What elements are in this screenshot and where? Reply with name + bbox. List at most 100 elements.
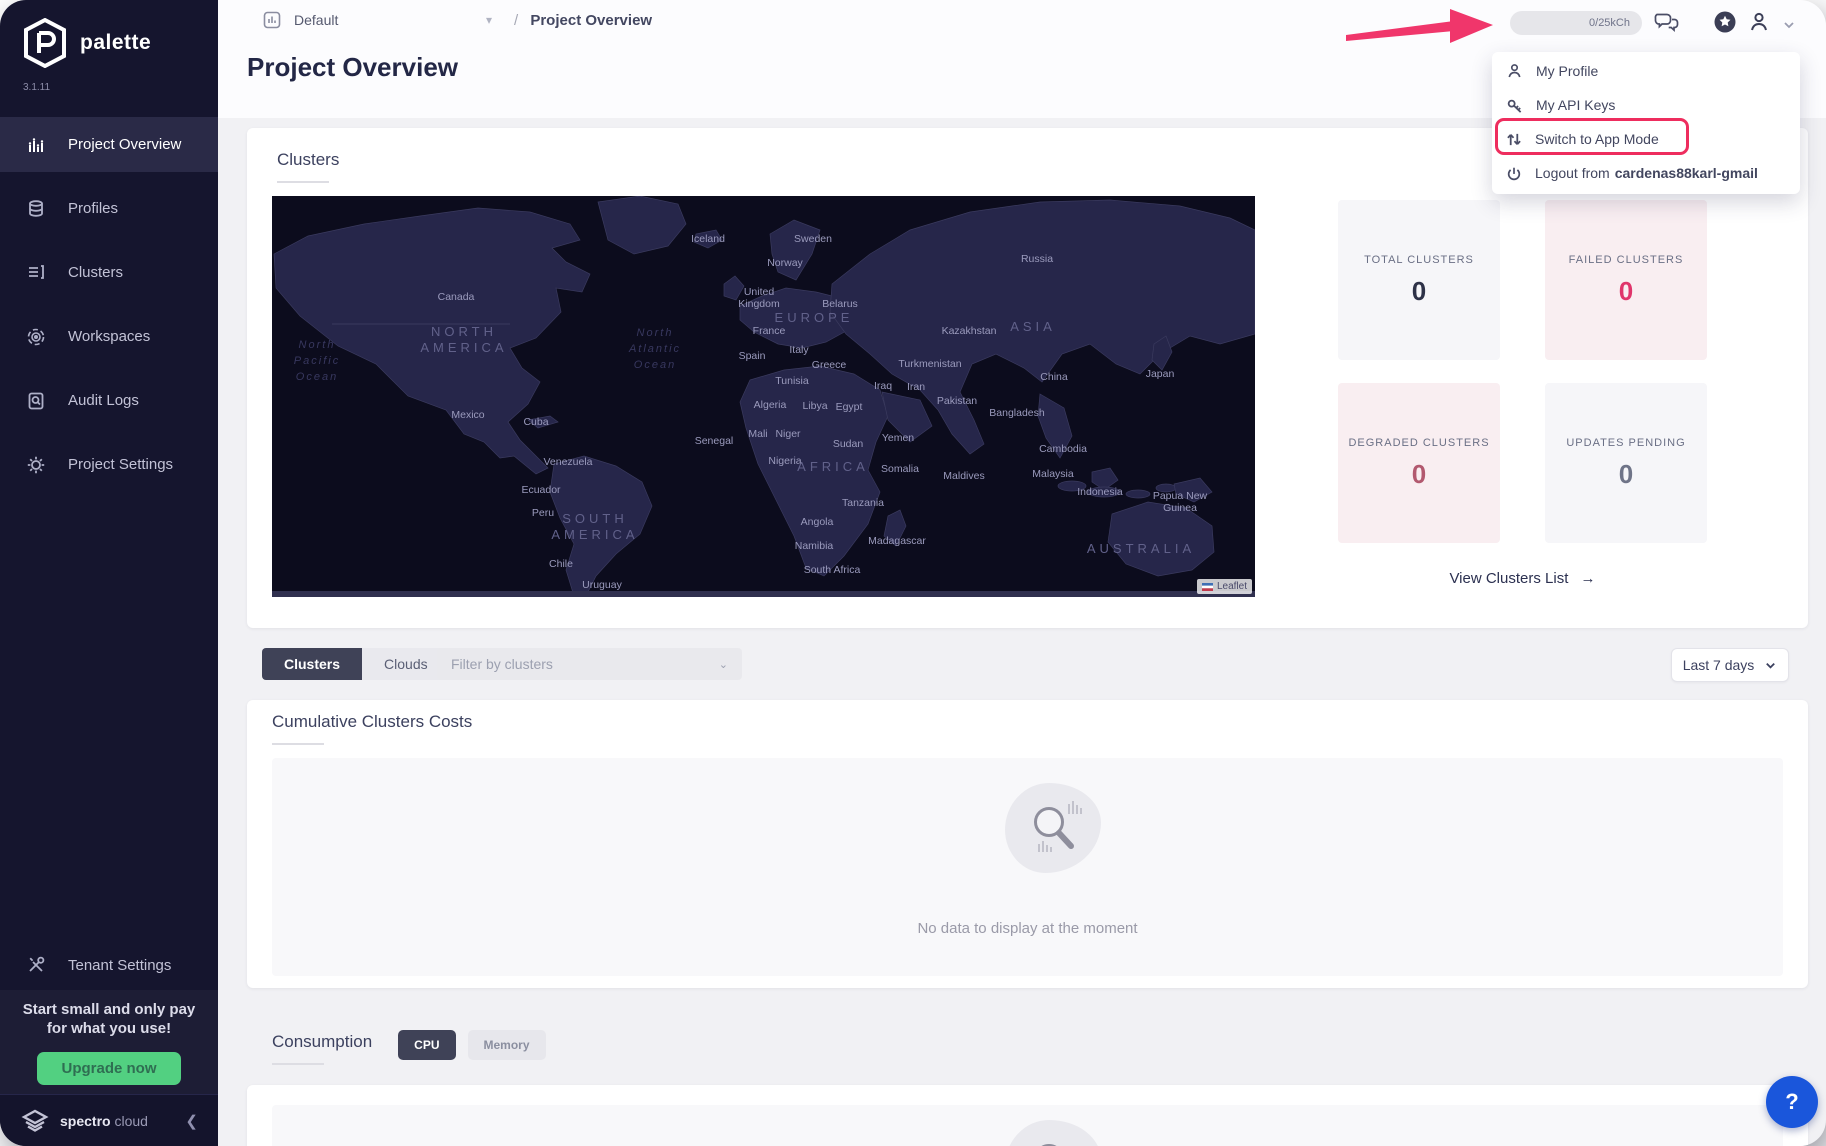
sidebar-item-workspaces[interactable]: Workspaces <box>0 309 218 364</box>
view-clusters-list-link[interactable]: View Clusters List → <box>1338 570 1707 587</box>
map-label: Sweden <box>794 233 832 245</box>
map-label: Cambodia <box>1039 443 1087 455</box>
sidebar-item-audit-logs[interactable]: Audit Logs <box>0 373 218 428</box>
help-button[interactable]: ? <box>1766 1076 1818 1128</box>
toggle-memory[interactable]: Memory <box>468 1030 546 1060</box>
leaflet-attribution[interactable]: Leaflet <box>1197 579 1252 594</box>
map-label: Peru <box>532 507 554 519</box>
map-label: Pacific <box>294 355 340 367</box>
map-label: Mexico <box>451 409 484 421</box>
logout-username: cardenas88karl-gmail <box>1615 165 1758 181</box>
menu-item-switch-app-mode[interactable]: Switch to App Mode <box>1492 122 1800 156</box>
sidebar-footer: spectro cloud ❮ <box>0 1094 218 1146</box>
map-label: Tunisia <box>775 375 809 387</box>
chevron-down-icon: ⌄ <box>719 658 728 671</box>
promo-line-2: for what you use! <box>0 1019 218 1038</box>
map-label: AMERICA <box>551 527 638 542</box>
map-label: Tanzania <box>842 497 884 509</box>
map-label: Iraq <box>874 380 892 392</box>
upgrade-promo: Start small and only pay for what you us… <box>0 990 218 1094</box>
document-search-icon <box>26 391 46 411</box>
map-label: Pakistan <box>937 395 977 407</box>
map-label: Bangladesh <box>989 407 1045 419</box>
map-label: North <box>637 327 674 339</box>
map-label: Greece <box>812 359 847 371</box>
stat-label: DEGRADED CLUSTERS <box>1348 437 1489 449</box>
breadcrumb-separator: / <box>514 12 518 29</box>
usage-badge[interactable]: 0/25kCh <box>1510 11 1642 35</box>
sidebar-item-project-overview[interactable]: Project Overview <box>0 117 218 172</box>
map-label: Papua New <box>1153 490 1208 502</box>
map-label: Guinea <box>1163 502 1197 514</box>
spectro-cloud-logo-icon <box>20 1108 50 1134</box>
date-range-select[interactable]: Last 7 days <box>1671 648 1789 682</box>
map-label: AUSTRALIA <box>1087 541 1195 556</box>
sidebar-collapse-chevron-icon[interactable]: ❮ <box>185 1112 198 1130</box>
star-badge-icon[interactable] <box>1712 9 1738 35</box>
sidebar-item-clusters[interactable]: Clusters <box>0 245 218 300</box>
map-label: Libya <box>802 400 827 412</box>
costs-empty-zone: No data to display at the moment <box>272 758 1783 976</box>
map-label: Ocean <box>296 371 338 383</box>
stat-label: UPDATES PENDING <box>1566 437 1685 449</box>
map-label: Venezuela <box>543 456 592 468</box>
map-label: Madagascar <box>868 535 926 547</box>
page-title: Project Overview <box>247 52 458 83</box>
map-label: Turkmenistan <box>898 358 961 370</box>
magnifier-illustration-icon <box>1017 796 1089 864</box>
app-window: palette 3.1.11 Project Overview <box>0 0 1826 1146</box>
user-avatar-icon[interactable] <box>1746 9 1772 35</box>
no-data-text: No data to display at the moment <box>272 920 1783 937</box>
map-label: Iran <box>907 381 925 393</box>
breadcrumb-current[interactable]: Project Overview <box>530 12 652 29</box>
sidebar-item-label: Profiles <box>68 200 118 217</box>
key-icon <box>1506 97 1523 114</box>
menu-item-logout[interactable]: Logout from cardenas88karl-gmail <box>1492 156 1800 190</box>
stat-failed-clusters: FAILED CLUSTERS 0 <box>1545 200 1707 360</box>
map-label: Indonesia <box>1077 486 1123 498</box>
sidebar-item-tenant-settings[interactable]: Tenant Settings <box>0 942 218 988</box>
user-dropdown-menu: My Profile My API Keys Switch to App Mod… <box>1492 52 1800 194</box>
map-label: Malaysia <box>1032 468 1074 480</box>
costs-heading: Cumulative Clusters Costs <box>272 712 472 745</box>
stat-value: 0 <box>1619 459 1633 490</box>
upgrade-now-button[interactable]: Upgrade now <box>37 1052 180 1085</box>
sidebar-item-label: Project Settings <box>68 456 173 473</box>
map-label: Senegal <box>695 435 734 447</box>
map-label: NORTH <box>431 324 497 339</box>
sidebar-item-label: Workspaces <box>68 328 150 345</box>
map-label: Maldives <box>943 470 984 482</box>
map-label: AMERICA <box>420 340 507 355</box>
chat-bubbles-icon[interactable] <box>1654 9 1680 35</box>
consumption-empty-zone <box>272 1105 1783 1146</box>
map-label: United <box>744 286 775 298</box>
promo-line-1: Start small and only pay <box>0 1000 218 1019</box>
map-label: South Africa <box>804 564 861 576</box>
user-menu-chevron-icon[interactable] <box>1776 12 1802 38</box>
tools-icon <box>26 955 46 975</box>
stat-label: TOTAL CLUSTERS <box>1364 254 1474 266</box>
project-selector[interactable]: Default ▾ <box>262 10 492 30</box>
map-label: Ecuador <box>521 484 561 496</box>
clusters-heading: Clusters <box>277 150 339 183</box>
database-icon <box>26 199 46 219</box>
arrow-right-icon: → <box>1581 570 1596 587</box>
toggle-cpu[interactable]: CPU <box>398 1030 455 1060</box>
magnifier-illustration-icon <box>1017 1133 1089 1146</box>
world-map[interactable]: IcelandSwedenNorwayRussiaCanadaUnitedKin… <box>272 196 1255 597</box>
menu-item-my-profile[interactable]: My Profile <box>1492 54 1800 88</box>
map-label: North <box>299 339 336 351</box>
menu-item-my-api-keys[interactable]: My API Keys <box>1492 88 1800 122</box>
world-map-svg: IcelandSwedenNorwayRussiaCanadaUnitedKin… <box>272 196 1255 597</box>
map-label: Cuba <box>523 416 548 428</box>
sidebar-item-project-settings[interactable]: Project Settings <box>0 437 218 492</box>
map-label: Kingdom <box>738 298 780 310</box>
map-label: Yemen <box>882 432 914 444</box>
sidebar-item-profiles[interactable]: Profiles <box>0 181 218 236</box>
map-label: Kazakhstan <box>942 325 997 337</box>
map-label: Somalia <box>881 463 919 475</box>
map-label: ASIA <box>1010 319 1056 334</box>
stat-label: FAILED CLUSTERS <box>1569 254 1684 266</box>
tab-clusters[interactable]: Clusters <box>262 648 362 680</box>
filter-by-clusters-select[interactable]: Filter by clusters ⌄ <box>437 648 742 680</box>
